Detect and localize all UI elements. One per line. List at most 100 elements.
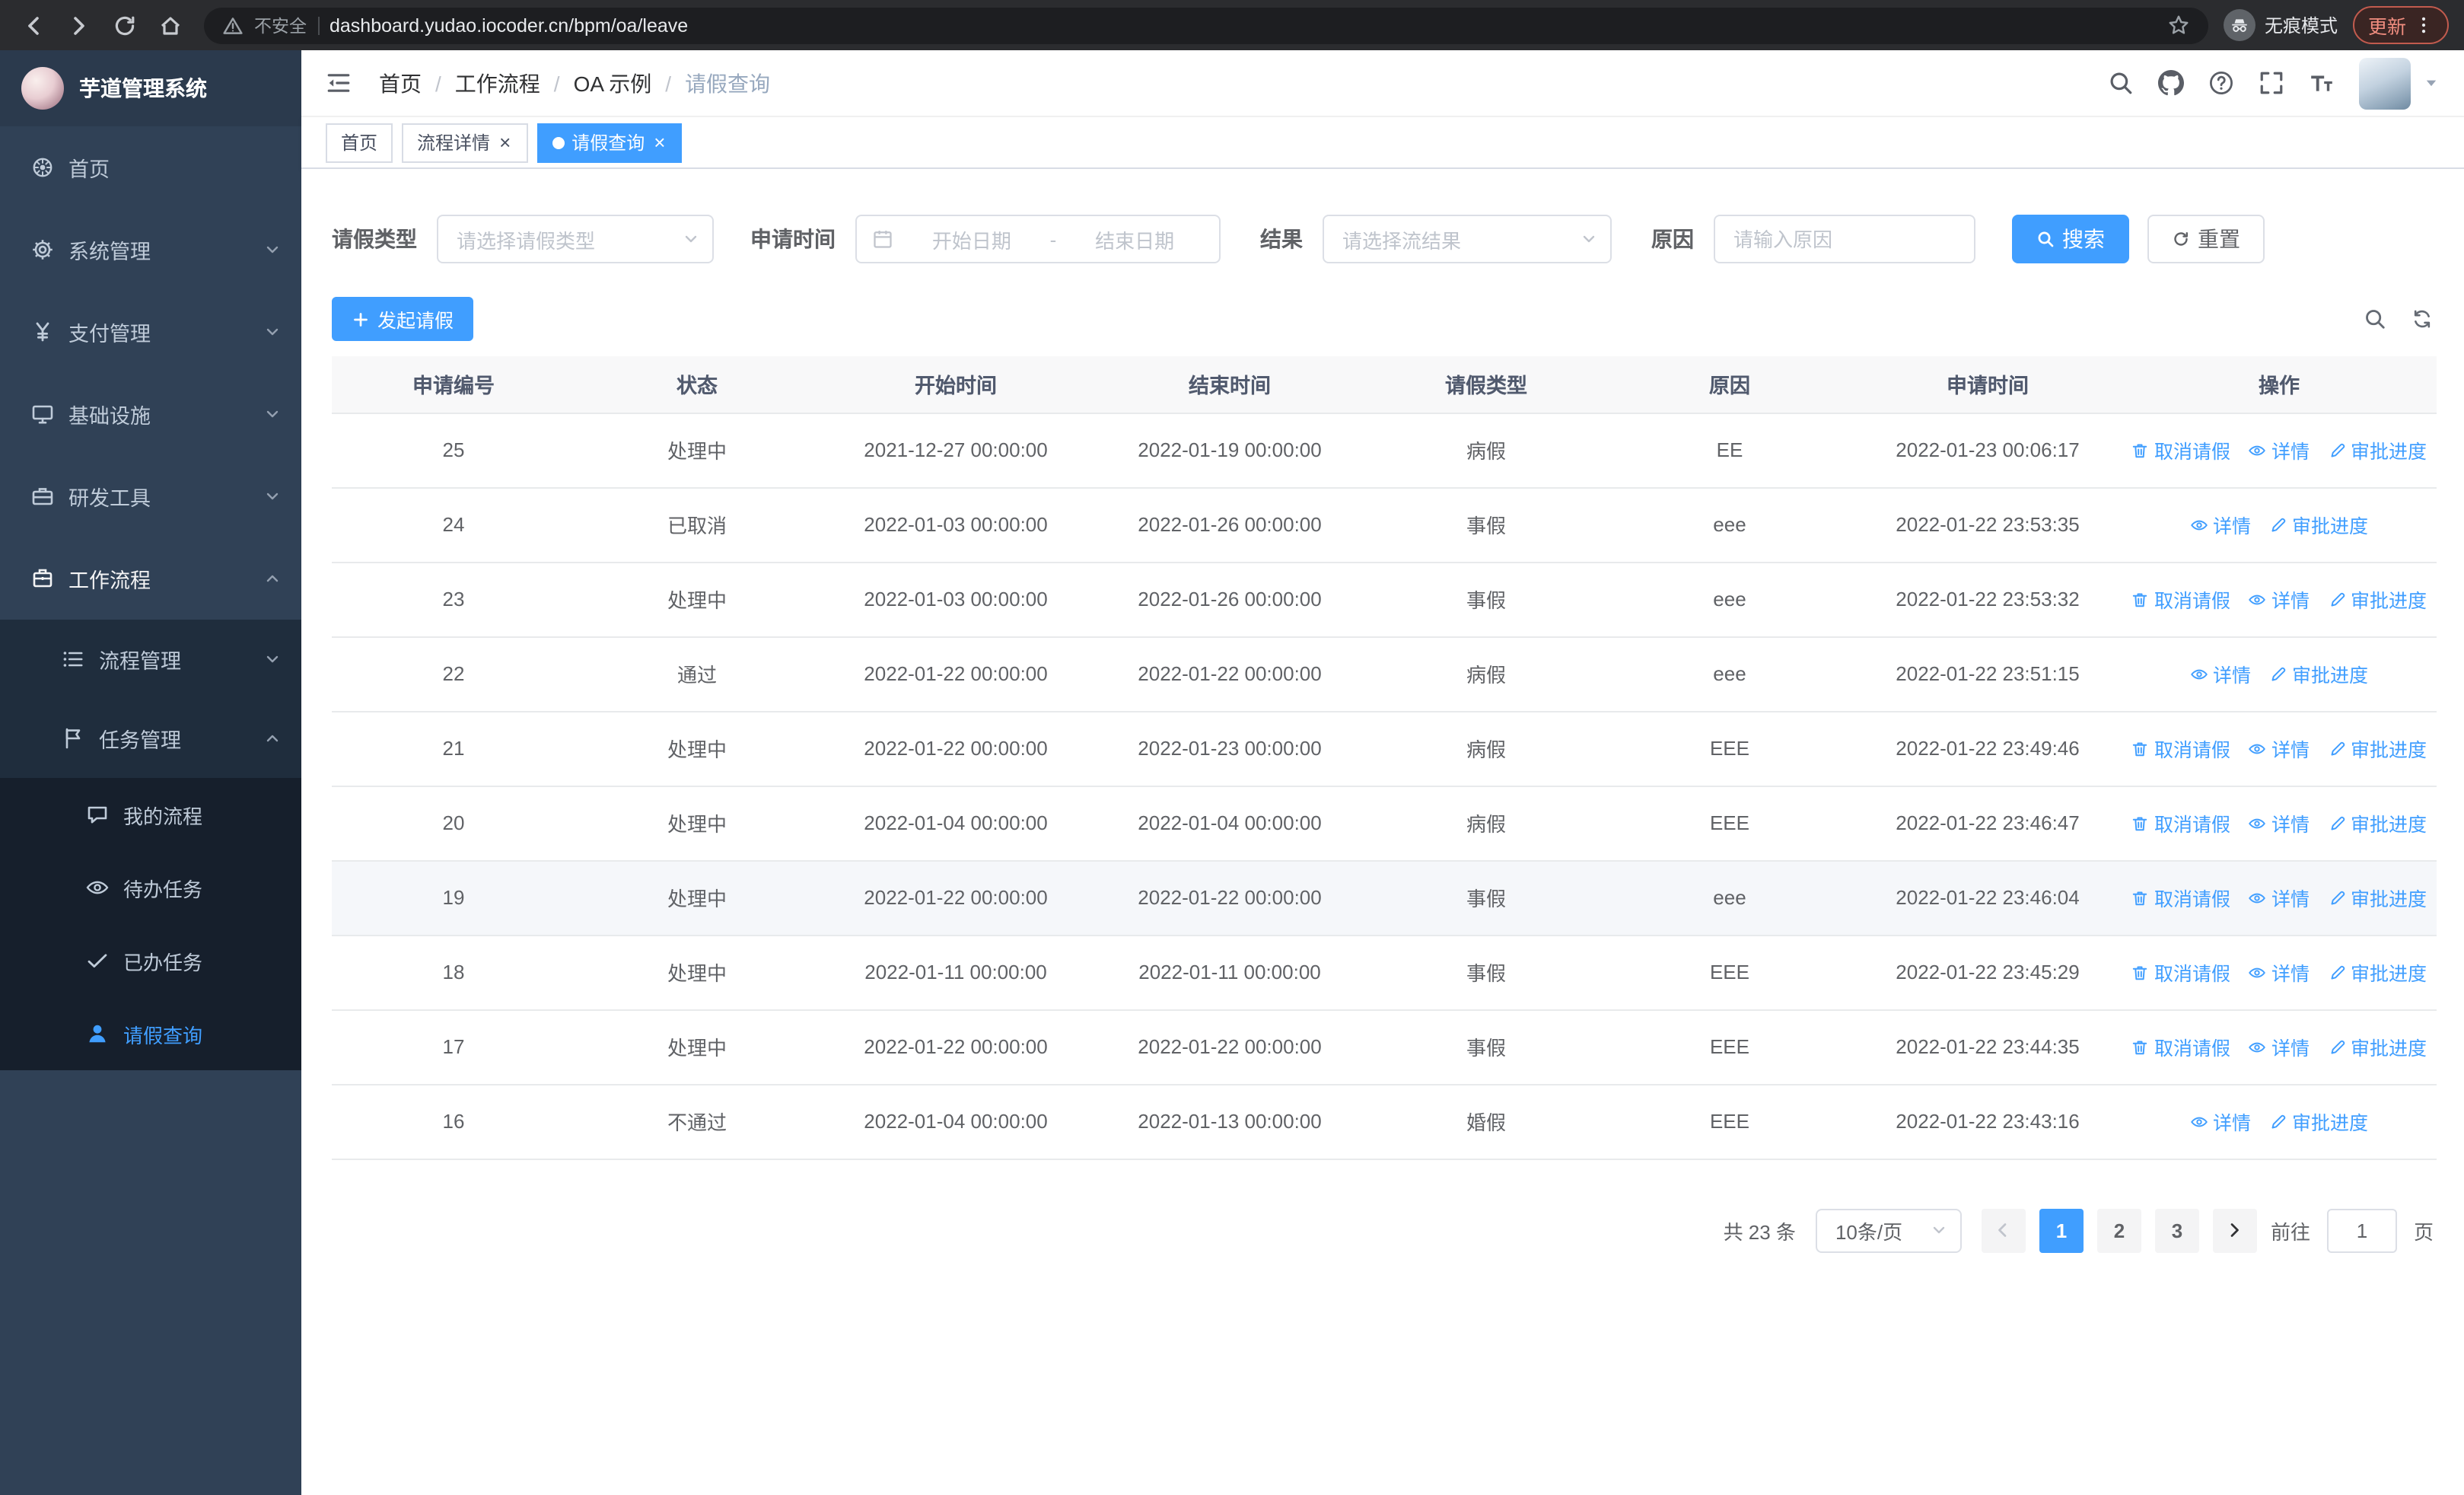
sidebar-item-9[interactable]: 待办任务 bbox=[0, 851, 301, 924]
gear-icon bbox=[30, 237, 55, 262]
column-header-4: 请假类型 bbox=[1367, 356, 1606, 413]
tags-view-tab-2[interactable]: 请假查询 × bbox=[536, 123, 683, 162]
detail-link-label: 详情 bbox=[2271, 889, 2310, 910]
cancel-leave-link-label: 取消请假 bbox=[2154, 1038, 2230, 1060]
sidebar-item-7[interactable]: 任务管理 bbox=[0, 699, 301, 778]
cancel-leave-link-label: 取消请假 bbox=[2154, 964, 2230, 985]
detail-link[interactable]: 详情 bbox=[2249, 585, 2310, 614]
sidebar-item-5[interactable]: 工作流程 bbox=[0, 537, 301, 620]
sidebar-item-8[interactable]: 我的流程 bbox=[0, 778, 301, 851]
table-row: 17 处理中 2022-01-22 00:00:00 2022-01-22 00:00… bbox=[332, 1009, 2437, 1085]
browser-forward-icon[interactable] bbox=[67, 13, 91, 37]
page-number-2[interactable]: 2 bbox=[2096, 1208, 2141, 1252]
tab-label: 请假查询 bbox=[571, 132, 645, 154]
breadcrumb-item-3: 请假查询 bbox=[685, 71, 771, 95]
search-icon[interactable] bbox=[2108, 70, 2134, 96]
sidebar-item-4[interactable]: 研发工具 bbox=[0, 455, 301, 537]
cell-operations: 取消请假 详情 审批进度 bbox=[2122, 786, 2437, 861]
result-select[interactable]: 请选择流结果 bbox=[1323, 215, 1612, 263]
cancel-leave-link[interactable]: 取消请假 bbox=[2131, 958, 2230, 987]
detail-link[interactable]: 详情 bbox=[2190, 510, 2251, 539]
detail-link[interactable]: 详情 bbox=[2249, 883, 2310, 912]
breadcrumb-separator: / bbox=[435, 71, 441, 95]
cancel-leave-link[interactable]: 取消请假 bbox=[2131, 585, 2230, 614]
cancel-leave-link[interactable]: 取消请假 bbox=[2131, 435, 2230, 464]
approval-progress-link[interactable]: 审批进度 bbox=[2269, 659, 2368, 688]
sidebar-item-11[interactable]: 请假查询 bbox=[0, 997, 301, 1070]
my-process-icon bbox=[85, 802, 110, 827]
browser-home-icon[interactable] bbox=[158, 13, 183, 37]
cancel-leave-link[interactable]: 取消请假 bbox=[2131, 734, 2230, 763]
breadcrumb-item-2[interactable]: OA 示例 bbox=[574, 68, 652, 98]
breadcrumb-item-0[interactable]: 首页 bbox=[379, 68, 422, 98]
prev-page-button[interactable] bbox=[1981, 1208, 2026, 1252]
table-toolbar: 发起请假 bbox=[332, 297, 2434, 341]
filter-form: 请假类型 请选择请假类型 申请时间 开始日期 - 结束日期 结果 请选择流结果 … bbox=[332, 215, 2434, 263]
cell-status: 已取消 bbox=[575, 487, 819, 563]
detail-link[interactable]: 详情 bbox=[2190, 1107, 2251, 1136]
detail-link[interactable]: 详情 bbox=[2190, 659, 2251, 688]
close-icon[interactable]: × bbox=[652, 132, 667, 152]
cell-operations: 取消请假 详情 审批进度 bbox=[2122, 711, 2437, 786]
leave-type-select[interactable]: 请选择请假类型 bbox=[437, 215, 714, 263]
kebab-menu-icon[interactable] bbox=[2414, 15, 2434, 35]
github-icon[interactable] bbox=[2158, 70, 2184, 96]
approval-progress-link[interactable]: 审批进度 bbox=[2269, 510, 2368, 539]
approval-progress-link[interactable]: 审批进度 bbox=[2328, 734, 2427, 763]
bookmark-star-icon[interactable] bbox=[2167, 14, 2190, 37]
reset-button[interactable]: 重置 bbox=[2147, 215, 2265, 263]
apply-time-range[interactable]: 开始日期 - 结束日期 bbox=[855, 215, 1221, 263]
font-size-icon[interactable] bbox=[2309, 70, 2335, 96]
table-refresh-icon[interactable] bbox=[2411, 308, 2434, 330]
search-button[interactable]: 搜索 bbox=[2012, 215, 2129, 263]
page-number-3[interactable]: 3 bbox=[2154, 1208, 2199, 1252]
tags-view-tab-1[interactable]: 流程详情 × bbox=[402, 123, 528, 162]
chevron-down-icon bbox=[263, 323, 282, 346]
detail-link[interactable]: 详情 bbox=[2249, 1032, 2310, 1061]
approval-progress-link[interactable]: 审批进度 bbox=[2328, 1032, 2427, 1061]
detail-link[interactable]: 详情 bbox=[2249, 734, 2310, 763]
table-search-icon[interactable] bbox=[2364, 308, 2386, 330]
detail-link[interactable]: 详情 bbox=[2249, 808, 2310, 837]
page-number-1[interactable]: 1 bbox=[2039, 1208, 2084, 1252]
close-icon[interactable]: × bbox=[498, 132, 512, 152]
fullscreen-icon[interactable] bbox=[2259, 70, 2284, 96]
sidebar-toggle-icon[interactable] bbox=[326, 70, 352, 96]
browser-right-cluster: 无痕模式 更新 bbox=[2223, 6, 2449, 44]
reason-input[interactable] bbox=[1714, 215, 1975, 263]
goto-page-input[interactable] bbox=[2326, 1208, 2397, 1252]
page-size-select[interactable]: 10条/页 bbox=[1815, 1208, 1962, 1252]
sidebar-item-10[interactable]: 已办任务 bbox=[0, 924, 301, 997]
tags-view-tab-0[interactable]: 首页 bbox=[326, 123, 393, 162]
cancel-leave-link[interactable]: 取消请假 bbox=[2131, 1032, 2230, 1061]
security-warning-icon[interactable] bbox=[222, 14, 244, 36]
avatar-caret-icon[interactable] bbox=[2423, 75, 2440, 91]
address-bar[interactable]: 不安全 dashboard.yudao.iocoder.cn/bpm/oa/le… bbox=[204, 7, 2208, 43]
breadcrumb-item-1[interactable]: 工作流程 bbox=[455, 68, 540, 98]
cancel-leave-link[interactable]: 取消请假 bbox=[2131, 883, 2230, 912]
approval-progress-link[interactable]: 审批进度 bbox=[2328, 585, 2427, 614]
detail-link[interactable]: 详情 bbox=[2249, 958, 2310, 987]
approval-progress-link[interactable]: 审批进度 bbox=[2328, 958, 2427, 987]
update-chip[interactable]: 更新 bbox=[2352, 6, 2449, 44]
browser-back-icon[interactable] bbox=[21, 13, 46, 37]
sidebar-item-0[interactable]: 首页 bbox=[0, 126, 301, 209]
sidebar-item-3[interactable]: 基础设施 bbox=[0, 373, 301, 455]
sidebar-item-1[interactable]: 系统管理 bbox=[0, 209, 301, 291]
create-leave-button[interactable]: 发起请假 bbox=[332, 297, 474, 341]
incognito-badge: 无痕模式 bbox=[2223, 9, 2338, 41]
help-icon[interactable] bbox=[2208, 70, 2234, 96]
cancel-leave-link[interactable]: 取消请假 bbox=[2131, 808, 2230, 837]
browser-chrome: 不安全 dashboard.yudao.iocoder.cn/bpm/oa/le… bbox=[0, 0, 2464, 50]
user-avatar[interactable] bbox=[2359, 57, 2411, 109]
browser-refresh-icon[interactable] bbox=[113, 13, 137, 37]
sidebar-item-2[interactable]: 支付管理 bbox=[0, 291, 301, 373]
approval-progress-link[interactable]: 审批进度 bbox=[2328, 435, 2427, 464]
approval-progress-link[interactable]: 审批进度 bbox=[2269, 1107, 2368, 1136]
sidebar-item-6[interactable]: 流程管理 bbox=[0, 620, 301, 699]
detail-link[interactable]: 详情 bbox=[2249, 435, 2310, 464]
approval-progress-link[interactable]: 审批进度 bbox=[2328, 883, 2427, 912]
logo[interactable]: 芋道管理系统 bbox=[0, 50, 301, 126]
next-page-button[interactable] bbox=[2212, 1208, 2257, 1252]
approval-progress-link[interactable]: 审批进度 bbox=[2328, 808, 2427, 837]
